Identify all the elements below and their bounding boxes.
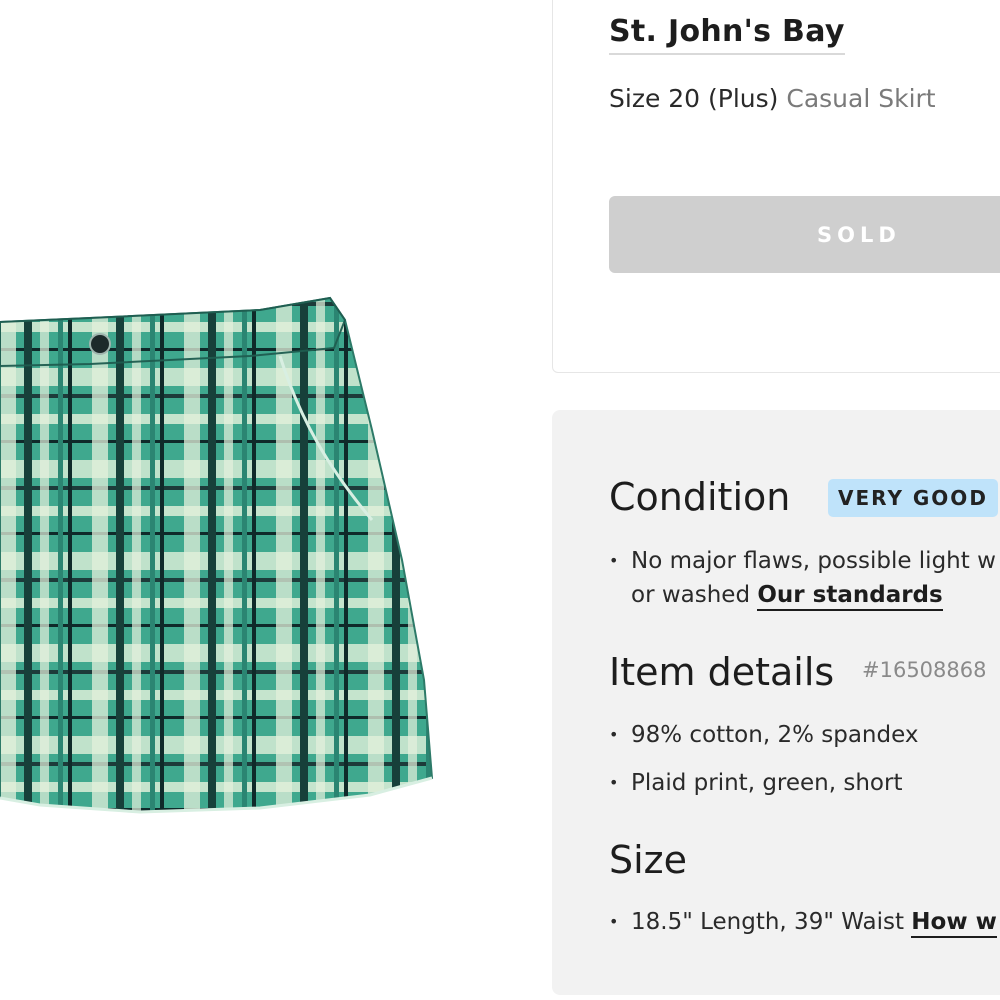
- bullet-icon: •: [609, 912, 619, 931]
- our-standards-link[interactable]: Our standards: [757, 582, 943, 611]
- sold-button[interactable]: SOLD: [609, 196, 1000, 273]
- detail-bullet-style: • Plaid print, green, short: [609, 766, 902, 800]
- product-subtitle: Size 20 (Plus) Casual Skirt: [609, 84, 936, 113]
- bullet-icon: •: [609, 773, 619, 792]
- item-details-title: Item details: [609, 650, 835, 694]
- skirt-illustration: [0, 296, 434, 814]
- product-image[interactable]: [0, 0, 540, 1000]
- condition-line-1: • No major flaws, possible light w: [609, 544, 996, 578]
- size-label: Size 20 (Plus): [609, 84, 779, 113]
- category-label: Casual Skirt: [786, 84, 936, 113]
- product-summary-card: [552, 0, 1000, 373]
- size-title: Size: [609, 838, 688, 882]
- bullet-icon: •: [609, 725, 619, 744]
- brand-name[interactable]: St. John's Bay: [609, 14, 845, 55]
- condition-line-2: or washed Our standards: [631, 578, 943, 612]
- condition-badge: VERY GOOD: [828, 479, 998, 517]
- button-icon: [89, 333, 111, 355]
- detail-bullet-material: • 98% cotton, 2% spandex: [609, 718, 918, 752]
- condition-title: Condition: [609, 475, 791, 519]
- how-we-measure-link[interactable]: How w: [911, 909, 997, 938]
- bullet-icon: •: [609, 551, 619, 570]
- size-measurements: • 18.5" Length, 39" Waist How w: [609, 905, 997, 939]
- item-id: #16508868: [862, 658, 987, 682]
